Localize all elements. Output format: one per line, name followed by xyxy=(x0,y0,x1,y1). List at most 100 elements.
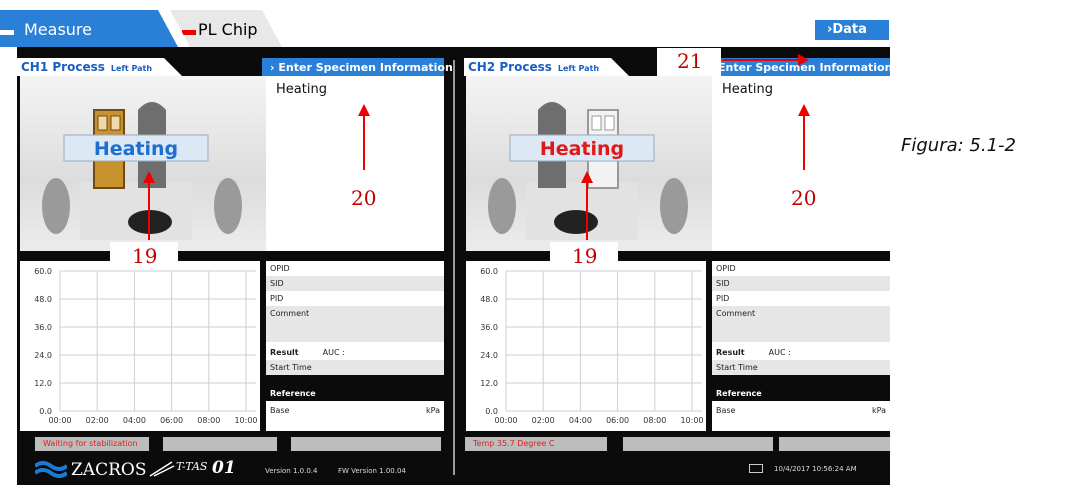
sid-row[interactable]: SID xyxy=(266,276,444,291)
comment-row[interactable]: Comment xyxy=(712,306,890,342)
keyboard-icon[interactable] xyxy=(749,464,763,473)
result-row: Result AUC : xyxy=(266,342,444,360)
channel-divider xyxy=(453,60,455,475)
annotation-20-text: 20 xyxy=(791,186,817,210)
product-number: 01 xyxy=(212,458,236,478)
annotation-21-arrow xyxy=(722,59,800,61)
tab-measure[interactable]: Measure xyxy=(0,10,178,47)
ch1-status-bar-2 xyxy=(163,437,277,451)
x-tick-label: 02:00 xyxy=(532,416,555,425)
chip-window xyxy=(591,115,602,131)
y-tick-label: 0.0 xyxy=(485,407,498,416)
ch2-chip-illustration: Heating xyxy=(488,102,688,240)
ch1-status-bar-3 xyxy=(291,437,441,451)
annotation-19-arrow xyxy=(148,182,150,240)
stage xyxy=(80,182,192,240)
version-label: Version 1.0.0.4 xyxy=(265,467,318,475)
annotation-21-box: 21 xyxy=(657,48,721,76)
y-tick-label: 24.0 xyxy=(34,351,52,360)
ch1-process-tab: CH1 Process Left Path xyxy=(17,58,182,76)
ch2-chart: 60.0 48.0 36.0 24.0 12.0 0.0 00:00 02:00 04:00 06… xyxy=(466,261,706,431)
x-tick-label: 10:00 xyxy=(680,416,703,425)
sid-row[interactable]: SID xyxy=(712,276,890,291)
pid-row[interactable]: PID xyxy=(266,291,444,306)
pid-row[interactable]: PID xyxy=(712,291,890,306)
x-tick-label: 04:00 xyxy=(123,416,146,425)
data-button[interactable]: ›Data xyxy=(815,20,889,40)
y-tick-label: 48.0 xyxy=(480,295,498,304)
base-row: Base kPa xyxy=(712,401,890,418)
tab-marker xyxy=(0,30,14,35)
annotation-19-text: 19 xyxy=(572,244,598,268)
figure-caption: Figura: 5.1-2 xyxy=(901,135,1016,156)
ch2-info-panel: OPID SID PID Comment Result AUC : Start T… xyxy=(712,261,890,431)
ch2-status-bar: Temp 35.7 Degree C xyxy=(465,437,607,451)
x-tick-label: 08:00 xyxy=(197,416,220,425)
x-tick-label: 02:00 xyxy=(86,416,109,425)
ch2-banner-text: Heating xyxy=(540,138,624,160)
roller-center xyxy=(128,210,172,234)
x-tick-label: 00:00 xyxy=(48,416,71,425)
annotation-21-text: 21 xyxy=(677,49,703,73)
ch1-chart: 60.0 48.0 36.0 24.0 12.0 0.0 00:00 02:00 04:00 06… xyxy=(20,261,260,431)
roller-left xyxy=(42,178,70,234)
ch1-process-title: CH1 Process xyxy=(21,60,105,74)
start-time-row: Start Time xyxy=(266,360,444,375)
ch1-status-box: Heating xyxy=(266,76,444,251)
y-tick-label: 36.0 xyxy=(34,323,52,332)
product-text: T-TAS xyxy=(176,460,208,473)
opid-row[interactable]: OPID xyxy=(712,261,890,276)
tab-marker xyxy=(182,30,196,35)
ch1-chart-svg: 60.0 48.0 36.0 24.0 12.0 0.000:00 02:00 04:00 06… xyxy=(34,267,257,425)
reference-header: Reference xyxy=(266,375,444,401)
annotation-19-box: 19 xyxy=(550,242,618,270)
ch1-info-panel: OPID SID PID Comment Result AUC : Start T… xyxy=(266,261,444,431)
ch1-process-graphic: Heating xyxy=(20,76,266,251)
ch1-chip-illustration: Heating xyxy=(42,102,242,240)
y-tick-label: 0.0 xyxy=(39,407,52,416)
base-row: Base kPa xyxy=(266,401,444,418)
roller-left xyxy=(488,178,516,234)
roller-right xyxy=(214,178,242,234)
x-tick-label: 08:00 xyxy=(643,416,666,425)
y-tick-label: 60.0 xyxy=(34,267,52,276)
roller-center xyxy=(554,210,598,234)
roller-right xyxy=(660,178,688,234)
tab-measure-label: Measure xyxy=(24,20,92,39)
datetime-label: 10/4/2017 10:56:24 AM xyxy=(774,465,857,473)
annotation-19-box: 19 xyxy=(110,242,178,270)
brand-text: ZACROS xyxy=(71,460,147,480)
annotation-19-arrow xyxy=(586,182,588,240)
ch1-path-label: Left Path xyxy=(110,64,153,73)
opid-row[interactable]: OPID xyxy=(266,261,444,276)
arrowhead-right-icon xyxy=(798,54,809,66)
ch2-status-box: Heating xyxy=(712,76,890,251)
tab-pl-chip[interactable]: PL Chip xyxy=(170,10,282,47)
zacros-logo: ZACROS xyxy=(35,458,146,480)
ch2-status-text: Heating xyxy=(722,82,773,97)
tab-pl-chip-label: PL Chip xyxy=(198,20,258,39)
ch1-status-bar: Waiting for stabilization xyxy=(35,437,149,451)
ch2-status-bar-2 xyxy=(623,437,773,451)
ch2-path-label: Left Path xyxy=(557,64,600,73)
annotation-20-text: 20 xyxy=(351,186,377,210)
y-tick-label: 12.0 xyxy=(480,379,498,388)
result-row: Result AUC : xyxy=(712,342,890,360)
wave-logo-icon xyxy=(35,461,67,478)
ch2-chart-svg: 60.0 48.0 36.0 24.0 12.0 0.000:00 02:00 04:00 06… xyxy=(480,267,703,425)
fw-version-label: FW Version 1.00.04 xyxy=(338,467,406,475)
ch1-banner-text: Heating xyxy=(94,138,178,160)
y-tick-label: 12.0 xyxy=(34,379,52,388)
y-tick-label: 48.0 xyxy=(34,295,52,304)
ch1-enter-specimen-button[interactable]: › Enter Specimen Information xyxy=(262,58,453,76)
ttas-swoosh-icon xyxy=(149,461,175,477)
ch2-status-bar-3 xyxy=(779,437,890,451)
y-tick-label: 36.0 xyxy=(480,323,498,332)
ch1-enter-specimen-label: Enter Specimen Information xyxy=(278,61,453,74)
chip-window xyxy=(604,115,615,131)
annotation-20-arrow xyxy=(803,115,805,170)
comment-row[interactable]: Comment xyxy=(266,306,444,342)
data-button-label: Data xyxy=(832,22,867,37)
x-tick-label: 10:00 xyxy=(234,416,257,425)
x-tick-label: 04:00 xyxy=(569,416,592,425)
